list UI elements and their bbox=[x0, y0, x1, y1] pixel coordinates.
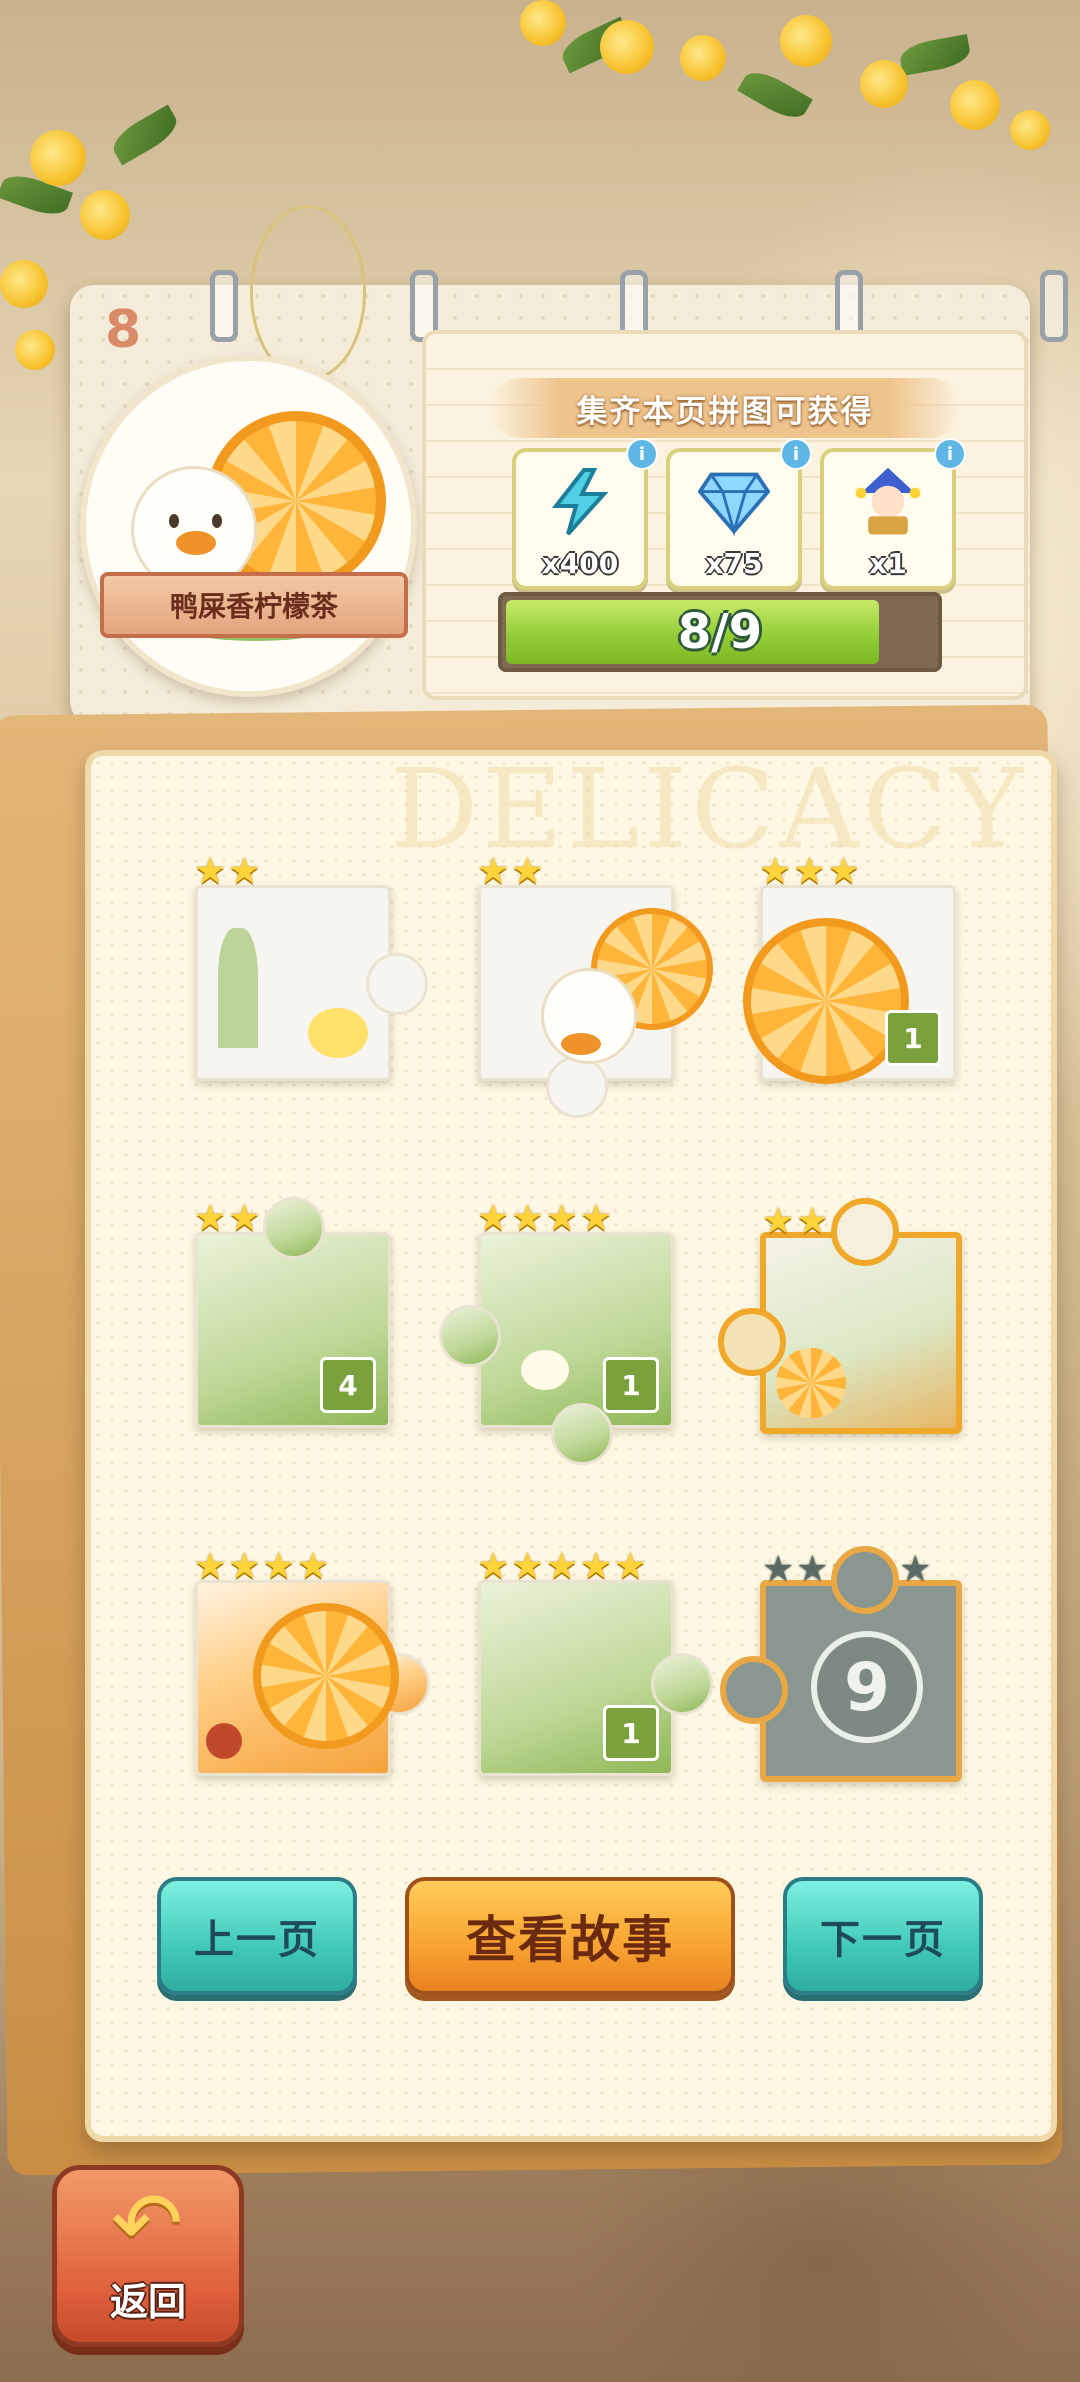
chick-icon bbox=[521, 1350, 569, 1390]
star-icon: ★ bbox=[194, 1546, 227, 1587]
next-page-button[interactable]: 下一页 bbox=[783, 1877, 983, 1995]
star-icon: ★ bbox=[228, 851, 261, 892]
info-icon[interactable]: i bbox=[934, 438, 966, 470]
star-icon: ★ bbox=[579, 1198, 613, 1239]
puzzle-piece-7[interactable]: ★ ★ ★ ★ bbox=[194, 1549, 430, 1776]
star-icon: ★ bbox=[262, 1546, 295, 1587]
page-number: 8 bbox=[105, 300, 142, 360]
berry-icon bbox=[206, 1723, 242, 1759]
puzzle-piece-8[interactable]: ★ ★ ★ ★ ★ 1 bbox=[477, 1549, 713, 1776]
info-icon[interactable]: i bbox=[780, 438, 812, 470]
star-icon: ★ bbox=[511, 1198, 544, 1239]
star-icon: ★ bbox=[759, 851, 792, 892]
orange-slice-icon bbox=[253, 1603, 399, 1749]
info-icon[interactable]: i bbox=[626, 438, 658, 470]
star-rating: ★★★★ bbox=[194, 1549, 329, 1585]
reward-energy[interactable]: i x400 bbox=[512, 438, 658, 590]
prev-page-button[interactable]: 上一页 bbox=[157, 1877, 357, 1995]
star-rating: ★ ★ bbox=[477, 854, 544, 890]
back-arrow-icon: ↶ bbox=[110, 2174, 184, 2274]
reward-diamond[interactable]: i x75 bbox=[666, 438, 812, 590]
lightning-icon bbox=[544, 466, 616, 538]
star-rating: ★★★ bbox=[759, 854, 860, 890]
leaf-icon bbox=[218, 928, 258, 1048]
jester-character-icon bbox=[852, 466, 924, 538]
reward-quantity: x400 bbox=[541, 547, 619, 580]
progress-label: 8/9 bbox=[677, 604, 763, 660]
badge-string bbox=[250, 205, 366, 381]
star-icon: ★ bbox=[228, 1546, 261, 1587]
binder-ring bbox=[210, 270, 238, 342]
puzzle-piece-2[interactable]: ★ ★ bbox=[477, 854, 713, 1118]
star-rating: ★★★★ bbox=[477, 1201, 612, 1237]
reward-character[interactable]: i x1 bbox=[820, 438, 966, 590]
back-label: 返回 bbox=[109, 2280, 186, 2324]
star-icon: ★ bbox=[545, 1546, 578, 1587]
star-icon: ★ bbox=[511, 1546, 544, 1587]
star-icon: ★ bbox=[477, 851, 510, 892]
puzzle-piece-3[interactable]: ★ ★ ★ 1 bbox=[743, 854, 956, 1084]
star-rating: ★★★★★ bbox=[477, 1549, 646, 1585]
puzzle-piece-5[interactable]: ★ ★ ★ ★ 1 bbox=[439, 1201, 674, 1465]
star-icon: ★ bbox=[296, 1546, 330, 1587]
star-icon: ★ bbox=[796, 1549, 829, 1590]
chick-icon bbox=[308, 1008, 368, 1058]
puzzle-piece-9-locked[interactable]: ★★★★★ 9 bbox=[720, 1546, 962, 1782]
star-icon: ★ bbox=[228, 1198, 261, 1239]
star-icon: ★ bbox=[793, 851, 826, 892]
reward-quantity: x75 bbox=[705, 547, 763, 580]
star-icon: ★ bbox=[796, 1201, 829, 1242]
piece-count-badge: 1 bbox=[603, 1357, 659, 1413]
reward-quantity: x1 bbox=[869, 547, 907, 580]
star-icon: ★ bbox=[614, 1546, 647, 1587]
star-icon: ★ bbox=[827, 851, 860, 892]
back-button[interactable]: ↶ 返回 bbox=[52, 2165, 244, 2347]
star-icon: ★ bbox=[511, 851, 544, 892]
collection-progress-bar: 8/9 bbox=[498, 592, 942, 672]
star-icon: ★ bbox=[477, 1546, 510, 1587]
puzzle-piece-6-selected[interactable]: ★★★★ bbox=[718, 1198, 962, 1434]
star-rating: ★ ★ bbox=[194, 854, 261, 890]
star-icon: ★ bbox=[899, 1549, 932, 1590]
star-icon: ★ bbox=[545, 1198, 578, 1239]
piece-count-badge: 1 bbox=[603, 1705, 659, 1761]
theme-badge[interactable] bbox=[80, 355, 417, 697]
star-icon: ★ bbox=[194, 851, 227, 892]
piece-count-badge: 1 bbox=[885, 1010, 941, 1066]
locked-piece-number: 9 bbox=[811, 1631, 923, 1743]
star-icon: ★ bbox=[477, 1198, 510, 1239]
star-icon: ★ bbox=[194, 1198, 227, 1239]
badge-label: 鸭屎香柠檬茶 bbox=[100, 572, 408, 638]
puzzle-piece-4[interactable]: ★★★ 4 bbox=[194, 1197, 391, 1428]
orange-slice-icon bbox=[776, 1348, 846, 1418]
puzzle-piece-1[interactable]: ★ ★ bbox=[194, 854, 428, 1081]
binder-ring bbox=[1040, 270, 1068, 342]
piece-count-badge: 4 bbox=[320, 1357, 376, 1413]
star-icon: ★ bbox=[762, 1201, 795, 1242]
diamond-icon bbox=[698, 466, 770, 538]
star-icon: ★ bbox=[579, 1546, 613, 1587]
reward-title: 集齐本页拼图可获得 bbox=[490, 378, 960, 438]
view-story-button[interactable]: 查看故事 bbox=[405, 1877, 735, 1995]
star-icon: ★ bbox=[762, 1549, 795, 1590]
